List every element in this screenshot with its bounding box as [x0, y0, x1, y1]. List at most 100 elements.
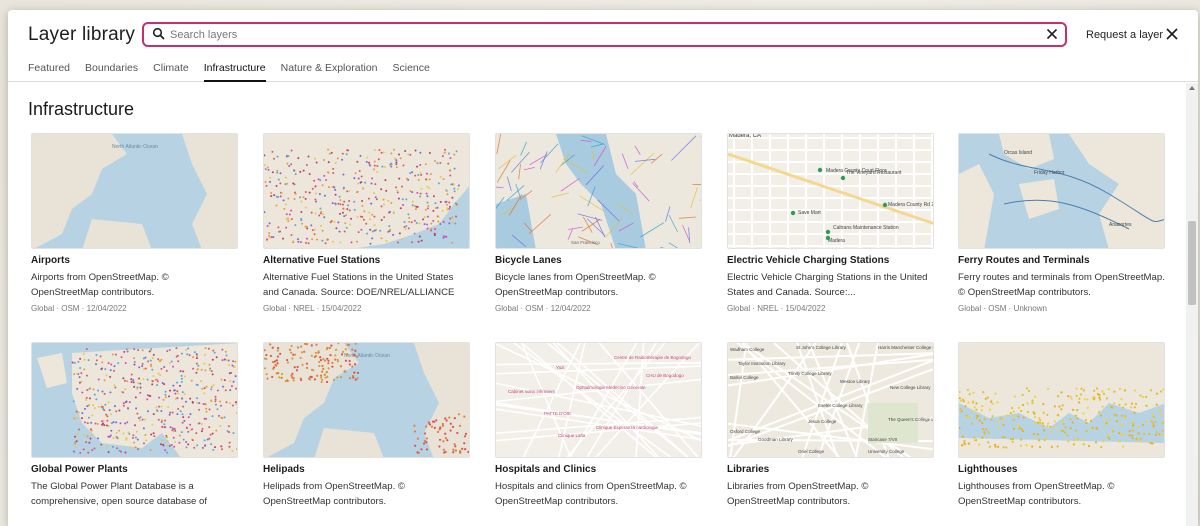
map-label: Trinity College Library: [788, 371, 832, 376]
layer-library-modal: Layer library Request a layer Featured B…: [8, 10, 1198, 526]
layer-meta: Global · NREL · 15/04/2022: [263, 304, 362, 313]
tab-infrastructure[interactable]: Infrastructure: [203, 62, 266, 82]
map-label: Jesus College: [808, 419, 837, 424]
search-box[interactable]: [142, 22, 1067, 47]
tab-climate[interactable]: Climate: [153, 62, 189, 82]
section-title: Infrastructure: [28, 99, 135, 119]
clear-icon[interactable]: [1045, 27, 1059, 41]
map-thumbnail-image: [959, 343, 1164, 457]
map-label: New College Library: [890, 385, 931, 390]
layer-meta: Global · NREL · 15/04/2022: [727, 304, 826, 313]
layer-description: Lighthouses from OpenStreetMap. © OpenSt…: [958, 481, 1115, 507]
layer-title: Libraries: [727, 464, 770, 475]
close-icon[interactable]: [1165, 27, 1179, 41]
modal-header: Layer library Request a layer Featured B…: [8, 10, 1198, 82]
map-label: CHU de Bogodogo: [646, 373, 684, 378]
map-label: Exeter College Library: [818, 403, 863, 408]
layer-description: Ferry routes and terminals from OpenStre…: [958, 272, 1165, 298]
map-marker: [840, 175, 846, 181]
layer-description: Airports from OpenStreetMap. © OpenStree…: [31, 272, 169, 298]
map-thumbnail-image: St John's College Library Harris Manchest…: [728, 343, 934, 457]
map-label: The Vineyard Restaurant: [846, 170, 902, 176]
layer-title: Hospitals and Clinics: [495, 464, 597, 475]
map-marker: [825, 229, 831, 235]
layer-card-ev-charging-stations[interactable]: Madera, CA Madera County Court Floor The V…: [727, 133, 934, 313]
layer-card-global-power-plants[interactable]: Global Power Plants The Global Power Pla…: [31, 342, 238, 509]
layer-thumbnail[interactable]: Orcas Island Friday Harbor Anacortes: [958, 133, 1165, 249]
map-label: Save Mart: [798, 210, 821, 216]
layer-thumbnail[interactable]: [958, 342, 1165, 458]
layer-title: Alternative Fuel Stations: [263, 255, 381, 266]
tab-nature-exploration[interactable]: Nature & Exploration: [281, 62, 378, 82]
map-label: St John's College Library: [796, 345, 847, 350]
search-icon: [152, 27, 165, 40]
category-tabs: Featured Boundaries Climate Infrastructu…: [28, 62, 445, 82]
map-label: Madera: [828, 238, 845, 244]
layer-description: Electric Vehicle Charging Stations in th…: [727, 272, 928, 298]
layer-description: Helipads from OpenStreetMap. © OpenStree…: [263, 481, 405, 507]
layer-thumbnail[interactable]: North Atlantic Ocean: [31, 133, 238, 249]
map-label: Balliol College: [730, 375, 759, 380]
layer-description: The Global Power Plant Database is a com…: [31, 481, 207, 507]
map-label: Clinique Esperanza cardiologie: [596, 425, 659, 430]
map-label: Goodman Library: [758, 437, 794, 442]
scroll-up-arrow-icon[interactable]: [1189, 86, 1195, 90]
map-label: Taylor Institution Library: [738, 361, 786, 366]
map-label: Wadham College: [730, 347, 765, 352]
layer-thumbnail[interactable]: St John's College Library Harris Manchest…: [727, 342, 934, 458]
layer-description: Bicycle lanes from OpenStreetMap. © Open…: [495, 272, 656, 298]
modal-title: Layer library: [28, 24, 136, 45]
layer-grid: Infrastructure North Atlantic Ocean Airp…: [8, 83, 1186, 526]
layer-card-hospitals-clinics[interactable]: Centre de Radiothérapie de Bogodogo CHU d…: [495, 342, 702, 509]
map-thumbnail-image: Centre de Radiothérapie de Bogodogo CHU d…: [496, 343, 701, 457]
map-thumbnail-image: [264, 134, 469, 248]
map-label: Ophtalmologie Médecine Générale: [576, 385, 646, 390]
map-label: Madera County Rd 28 Campus-W: [888, 202, 934, 208]
map-label: Harris Manchester College Library: [878, 345, 934, 350]
layer-title: Lighthouses: [958, 464, 1018, 475]
map-thumbnail-image: San Francisco: [496, 134, 701, 248]
layer-card-alternative-fuel-stations[interactable]: Alternative Fuel Stations Alternative Fu…: [263, 133, 470, 313]
map-marker: [825, 235, 831, 241]
layer-thumbnail[interactable]: [31, 342, 238, 458]
layer-card-bicycle-lanes[interactable]: San Francisco Bicycle Lanes Bicycle lane…: [495, 133, 702, 313]
request-layer-link[interactable]: Request a layer: [1086, 29, 1163, 41]
map-thumbnail-image: Madera, CAMadera County Court FloorThe V…: [728, 134, 934, 248]
layer-card-ferry-routes[interactable]: Orcas Island Friday Harbor Anacortes Ferry…: [958, 133, 1165, 313]
scrollbar-thumb[interactable]: [1188, 221, 1196, 305]
layer-thumbnail[interactable]: San Francisco: [495, 133, 702, 249]
map-label: Staircase 7/VII: [868, 437, 897, 442]
layer-card-helipads[interactable]: North Atlantic Ocean Helipads Helipads f…: [263, 342, 470, 509]
layer-meta: Global · OSM · 12/04/2022: [31, 304, 127, 313]
tab-boundaries[interactable]: Boundaries: [85, 62, 138, 82]
scrollbar[interactable]: [1186, 83, 1198, 526]
map-label: Weston Library: [840, 379, 871, 384]
layer-thumbnail[interactable]: Madera, CA Madera County Court Floor The V…: [727, 133, 934, 249]
map-label: San Francisco: [571, 240, 600, 245]
map-thumbnail-image: North Atlantic Ocean: [264, 343, 469, 457]
layer-thumbnail[interactable]: North Atlantic Ocean: [263, 342, 470, 458]
map-marker: [882, 202, 888, 208]
map-marker: [817, 167, 823, 173]
layer-card-lighthouses[interactable]: Lighthouses Lighthouses from OpenStreetM…: [958, 342, 1165, 509]
layer-card-airports[interactable]: North Atlantic Ocean Airports Airports f…: [31, 133, 238, 313]
layer-title: Helipads: [263, 464, 305, 475]
map-label: University College: [868, 449, 905, 454]
map-marker: [790, 210, 796, 216]
layer-thumbnail[interactable]: [263, 133, 470, 249]
layer-title: Global Power Plants: [31, 464, 128, 475]
map-label: North Atlantic Ocean: [344, 353, 390, 359]
layer-title: Bicycle Lanes: [495, 255, 562, 266]
search-input[interactable]: [170, 26, 1030, 44]
tab-science[interactable]: Science: [393, 62, 430, 82]
map-label: Anacortes: [1109, 222, 1132, 228]
layer-thumbnail[interactable]: Centre de Radiothérapie de Bogodogo CHU d…: [495, 342, 702, 458]
map-thumbnail-image: Orcas Island Friday Harbor Anacortes: [959, 134, 1164, 248]
layer-description: Libraries from OpenStreetMap. © OpenStre…: [727, 481, 869, 507]
layer-meta: Global · OSM · 12/04/2022: [495, 304, 591, 313]
tab-featured[interactable]: Featured: [28, 62, 70, 82]
map-label: Friday Harbor: [1034, 170, 1065, 176]
map-label: North Atlantic Ocean: [112, 144, 158, 150]
map-label: Cabinet soins infirmiers: [508, 389, 556, 394]
layer-card-libraries[interactable]: St John's College Library Harris Manchest…: [727, 342, 934, 509]
